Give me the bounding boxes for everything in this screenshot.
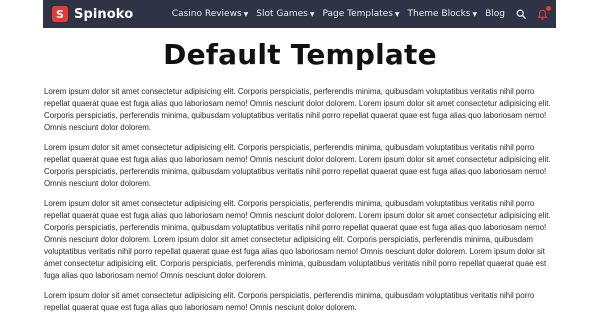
nav-item-label: Page Templates	[322, 9, 393, 19]
caret-down-icon: ▼	[394, 10, 400, 18]
content-paragraph: Lorem ipsum dolor sit amet consectetur a…	[44, 199, 551, 280]
top-navbar: S Spinoko Casino Reviews ▼ Slot Games ▼ …	[43, 0, 556, 28]
caret-down-icon: ▼	[243, 10, 249, 18]
nav-item-slot-games[interactable]: Slot Games ▼	[256, 9, 314, 19]
content-paragraph: Lorem ipsum dolor sit amet consectetur a…	[44, 143, 551, 188]
nav-item-label: Slot Games	[256, 9, 308, 19]
notification-dot	[546, 5, 551, 11]
nav-item-label: Casino Reviews	[171, 9, 242, 19]
nav-item-label: Theme Blocks	[407, 9, 471, 19]
caret-down-icon: ▼	[472, 10, 478, 18]
nav-item-page-templates[interactable]: Page Templates ▼	[323, 9, 400, 19]
nav-item-theme-blocks[interactable]: Theme Blocks ▼	[408, 9, 478, 19]
nav-item-casino-reviews[interactable]: Casino Reviews ▼	[172, 9, 249, 19]
logo-badge-icon: S	[52, 6, 68, 22]
search-icon[interactable]	[516, 9, 526, 19]
caret-down-icon: ▼	[309, 10, 315, 18]
content-paragraph: Lorem ipsum dolor sit amet consectetur a…	[44, 87, 551, 132]
page-title: Default Template	[163, 38, 437, 71]
main-menu: Casino Reviews ▼ Slot Games ▼ Page Templ…	[164, 5, 551, 20]
logo-letter: S	[56, 7, 64, 21]
site-logo[interactable]: S Spinoko	[52, 6, 133, 22]
page-content: Lorem ipsum dolor sit amet consectetur a…	[44, 86, 558, 322]
nav-item-label: Blog	[485, 9, 505, 19]
nav-item-blog[interactable]: Blog	[485, 9, 505, 19]
content-paragraph: Lorem ipsum dolor sit amet consectetur a…	[44, 291, 535, 312]
bell-icon[interactable]	[537, 5, 551, 20]
brand-name: Spinoko	[74, 6, 134, 22]
